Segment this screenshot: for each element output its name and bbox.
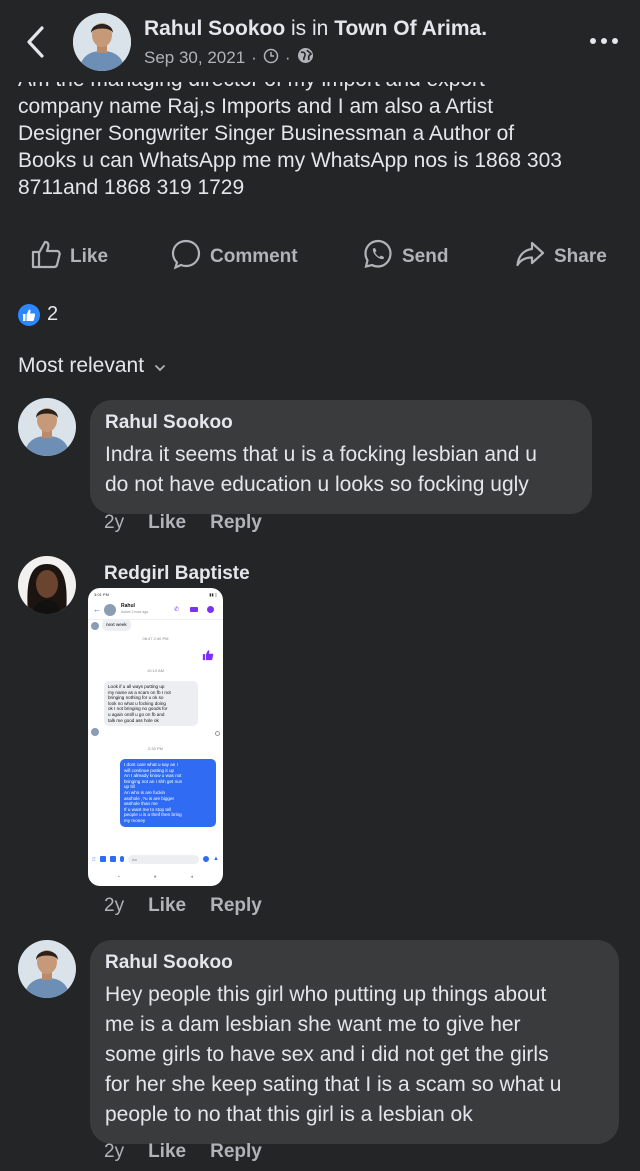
screenshot-gallery-icon	[109, 856, 116, 862]
signal-icon: ▮▮ ▯	[209, 592, 217, 597]
post-header: Rahul Sookoo is in Town Of Arima. Sep 30…	[0, 0, 640, 82]
screenshot-chat-header: ← Rahul Active 1 hour ago ✆	[88, 602, 223, 620]
send-label: Send	[402, 246, 449, 267]
commenter-avatar[interactable]	[18, 940, 76, 998]
share-button[interactable]: Share	[514, 238, 607, 276]
comment-sort-dropdown[interactable]: Most relevant	[18, 354, 166, 378]
post-text: Am the managing director of my import an…	[18, 66, 622, 201]
comment-reply-button[interactable]: Reply	[210, 895, 262, 917]
author-line: Rahul Sookoo is in Town Of Arima.	[144, 17, 487, 41]
comment-actions: 2y Like Reply	[104, 1141, 262, 1163]
commenter-avatar[interactable]	[18, 398, 76, 456]
screenshot-msg-received: Look if u all ways putting up my name as…	[104, 681, 198, 727]
screenshot-msg-sent: I dont care what u say an I will continu…	[120, 759, 216, 827]
screenshot-thumb-icon: ▲	[213, 856, 219, 862]
comment-label: Comment	[210, 246, 298, 267]
share-arrow-icon	[514, 238, 546, 276]
comment-line: for her she keep sating that I is a scam…	[105, 1073, 562, 1096]
comment-line: Indra it seems that u is a focking lesbi…	[105, 443, 537, 466]
screenshot-input: Aa	[127, 854, 200, 864]
comment-like-button[interactable]: Like	[148, 1141, 186, 1163]
more-dots-icon[interactable]	[590, 38, 618, 44]
screenshot-small-avatar	[91, 728, 99, 736]
screenshot-composer: ⁝⁝ Aa ▲	[92, 854, 219, 864]
screenshot-apps-icon: ⁝⁝	[92, 856, 96, 863]
post-date[interactable]: Sep 30, 2021	[144, 48, 245, 68]
comment-age[interactable]: 2y	[104, 1141, 124, 1163]
comment-bubble: Rahul Sookoo Indra it seems that u is a …	[90, 400, 592, 514]
share-label: Share	[554, 246, 607, 267]
screenshot-info-icon	[207, 606, 214, 613]
attached-screenshot[interactable]: 3:01 PM ▮▮ ▯ ← Rahul Active 1 hour ago ✆…	[88, 588, 223, 886]
screenshot-contact-name: Rahul	[121, 603, 135, 609]
comment-text: Indra it seems that u is a focking lesbi…	[105, 440, 576, 500]
screenshot-contact-status: Active 1 hour ago	[121, 610, 149, 614]
send-button[interactable]: Send	[362, 238, 448, 276]
screenshot-back-arrow-icon: ←	[93, 605, 101, 614]
comment-reply-button[interactable]: Reply	[210, 512, 262, 534]
screenshot-msg-received: next week	[102, 619, 131, 631]
comment-line: do not have education u looks so focking…	[105, 473, 529, 496]
post-meta: Sep 30, 2021 · ·	[144, 47, 314, 69]
comment-bubble: Rahul Sookoo Hey people this girl who pu…	[90, 940, 619, 1144]
screenshot-emoji-icon	[203, 856, 210, 862]
screenshot-video-icon	[190, 607, 198, 612]
chevron-down-icon	[154, 354, 166, 378]
clock-icon	[263, 48, 279, 69]
comment-like-button[interactable]: Like	[148, 895, 186, 917]
comment-actions: 2y Like Reply	[104, 895, 262, 917]
comment-line: Hey people this girl who putting up thin…	[105, 983, 547, 1006]
post-line: Books u can WhatsApp me my WhatsApp nos …	[18, 149, 562, 172]
commenter-name[interactable]: Rahul Sookoo	[105, 952, 603, 974]
connector-text: is in	[285, 17, 335, 40]
reaction-summary[interactable]: 2	[18, 303, 58, 326]
screenshot-nav-bar: ▪ ● ◂	[118, 874, 193, 880]
location-name[interactable]: Town Of Arima.	[334, 17, 487, 40]
screenshot-status-time: 3:01 PM	[94, 592, 109, 597]
reaction-count: 2	[47, 303, 59, 325]
commenter-name[interactable]: Redgirl Baptiste	[104, 563, 250, 585]
screenshot-camera-icon	[99, 856, 106, 862]
screenshot-timestamp: 2:30 PM	[148, 746, 163, 751]
comment-like-button[interactable]: Like	[148, 512, 186, 534]
globe-icon	[297, 47, 314, 69]
whatsapp-send-icon	[362, 238, 394, 276]
screenshot-like-icon	[202, 648, 214, 661]
commenter-name[interactable]: Rahul Sookoo	[105, 412, 576, 434]
comment-age[interactable]: 2y	[104, 895, 124, 917]
like-label: Like	[70, 246, 109, 267]
thumbs-up-icon	[30, 238, 62, 276]
comment-actions: 2y Like Reply	[104, 512, 262, 534]
comment-line: me is a dam lesbian she want me to give …	[105, 1013, 521, 1036]
comment-button[interactable]: Comment	[170, 238, 298, 276]
author-avatar[interactable]	[73, 13, 131, 71]
post-action-bar: Like Comment Send Share	[0, 238, 640, 278]
screenshot-seen-icon	[215, 731, 220, 736]
screenshot-mic-icon	[119, 856, 124, 862]
screenshot-contact-avatar	[104, 604, 116, 616]
comment-line: some girls to have sex and i did not get…	[105, 1043, 549, 1066]
screenshot-timestamp: 08:47 2:40 PM	[142, 636, 169, 641]
post-line: 8711and 1868 319 1729	[18, 176, 245, 199]
comment-line: people to no that this girl is a lesbian…	[105, 1103, 473, 1126]
post-line: Designer Songwriter Singer Businessman a…	[18, 122, 515, 145]
author-name[interactable]: Rahul Sookoo	[144, 17, 285, 40]
commenter-avatar[interactable]	[18, 556, 76, 614]
back-chevron-icon[interactable]	[22, 24, 50, 60]
screenshot-status-bar: 3:01 PM ▮▮ ▯	[94, 592, 217, 597]
screenshot-timestamp: 10:10 AM	[147, 668, 164, 673]
comment-text: Hey people this girl who putting up thin…	[105, 980, 603, 1130]
post-line: company name Raj,s Imports and I am also…	[18, 95, 494, 118]
screenshot-small-avatar	[91, 622, 99, 630]
like-button[interactable]: Like	[30, 238, 108, 276]
comment-age[interactable]: 2y	[104, 512, 124, 534]
sort-label: Most relevant	[18, 354, 145, 377]
screenshot-phone-icon: ✆	[174, 607, 180, 613]
separator: ·	[284, 48, 291, 67]
like-reaction-icon	[18, 303, 40, 326]
separator: ·	[251, 48, 257, 67]
comment-icon	[170, 238, 202, 276]
comment-reply-button[interactable]: Reply	[210, 1141, 262, 1163]
